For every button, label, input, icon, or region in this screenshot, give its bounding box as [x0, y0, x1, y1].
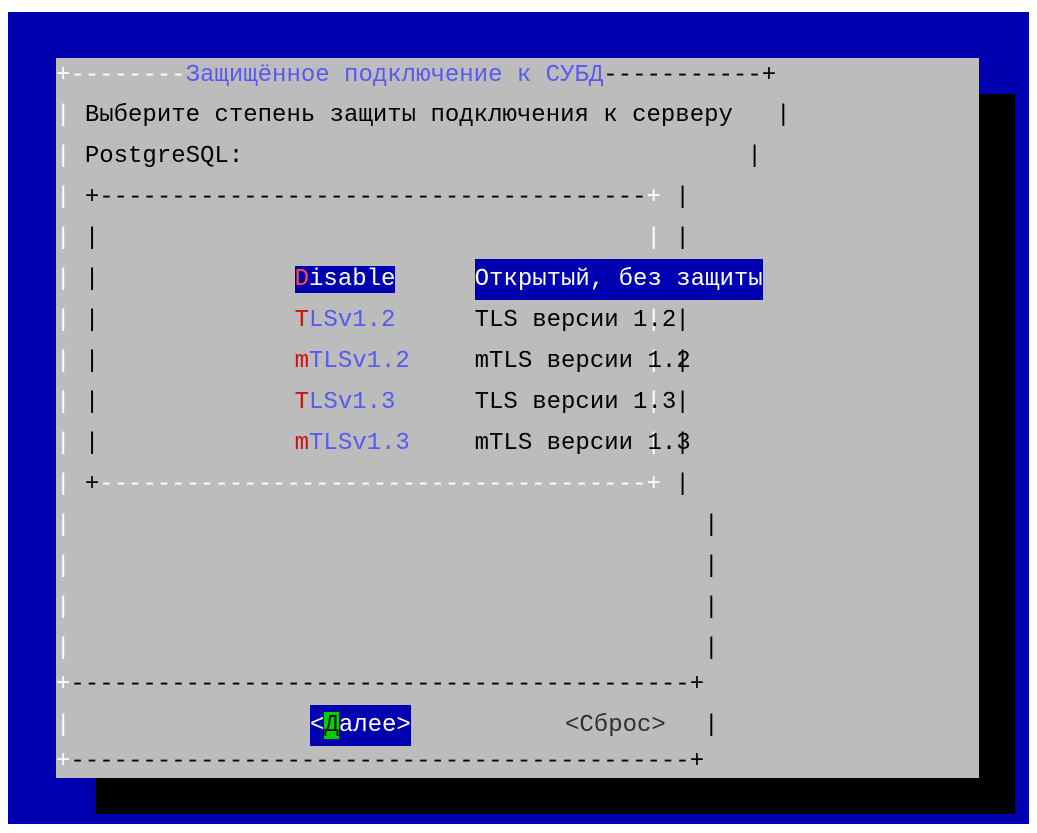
menu-item-description: mTLS версии 1.3	[474, 430, 691, 457]
dialog-bottom-border: +---------------------------------------…	[56, 748, 705, 775]
prompt-row-1: | Выберите степень защиты подключения к …	[56, 102, 791, 129]
dialog-side-border: | |	[56, 512, 719, 539]
next-button[interactable]: <Далее>	[310, 705, 411, 746]
dialog-title: Защищённое подключение к СУБД	[185, 62, 604, 89]
menu-item-tag: TLSv1.3	[309, 430, 410, 457]
dialog-side-border: | |	[56, 594, 719, 621]
next-button-bracket: <	[310, 712, 325, 739]
dialog-side-border: | |	[56, 635, 719, 662]
menu-item-mtlsv12[interactable]: mTLSv1.2 mTLS версии 1.2	[237, 300, 691, 375]
next-button-label: алее>	[338, 712, 411, 739]
prompt-line-2: PostgreSQL:	[84, 143, 244, 170]
menu-item-mtlsv13[interactable]: mTLSv1.3 mTLS версии 1.3	[237, 382, 691, 457]
dialog-window: +--------Защищённое подключение к СУБД--…	[56, 58, 979, 778]
list-top-border: | +-------------------------------------…	[56, 184, 690, 211]
list-bottom-border: | +-------------------------------------…	[56, 471, 690, 498]
prompt-row-2: | PostgreSQL: |	[56, 143, 762, 170]
menu-item-hotkey: m	[294, 430, 310, 457]
button-separator: +---------------------------------------…	[56, 671, 705, 698]
prompt-line-1: Выберите степень защиты подключения к се…	[84, 102, 733, 129]
menu-item-tlsv12[interactable]: TLSv1.2 TLS версии 1.2	[237, 259, 677, 334]
dialog-top-border: +--------Защищённое подключение к СУБД--…	[56, 62, 777, 89]
menu-item-tlsv13[interactable]: TLSv1.3 TLS версии 1.3	[237, 341, 677, 416]
reset-button[interactable]: <Сброс>	[565, 705, 666, 746]
dialog-side-border: | |	[56, 553, 719, 580]
menu-item-disable[interactable]: Disable Открытый, без защиты	[237, 218, 763, 300]
next-button-hotkey: Д	[324, 712, 339, 739]
